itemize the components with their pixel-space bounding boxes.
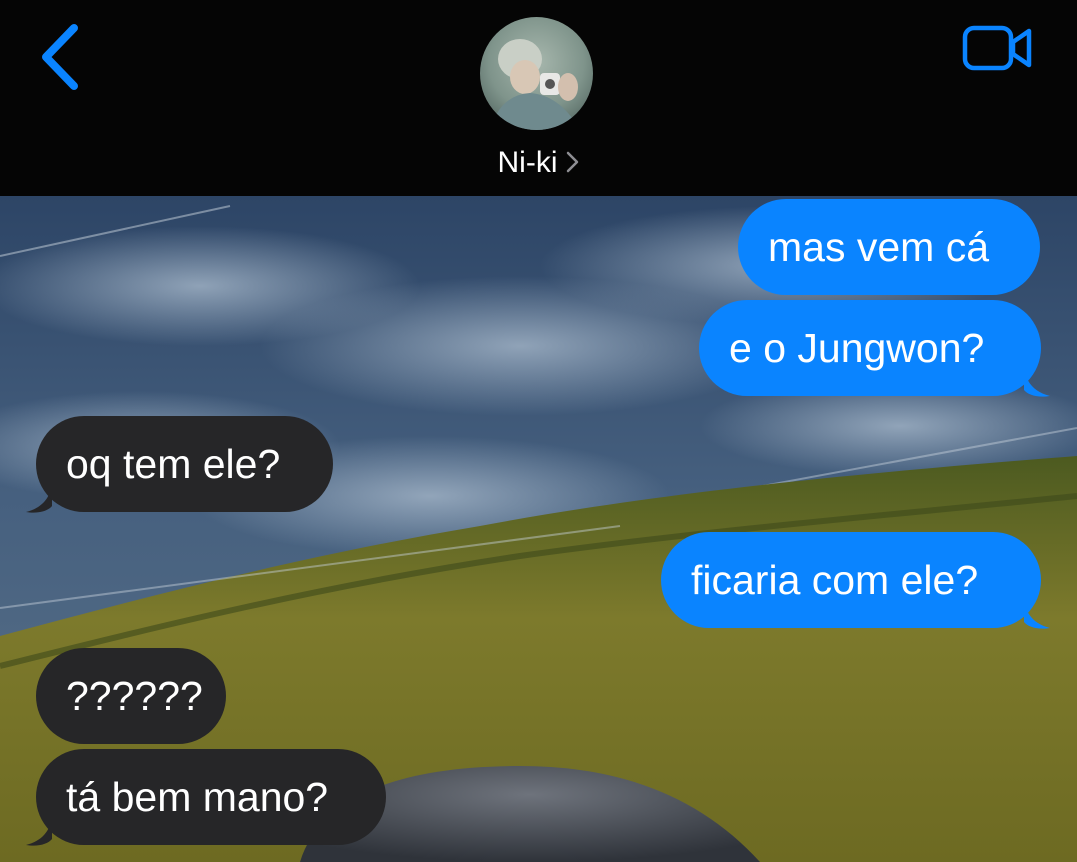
message-outgoing[interactable]: e o Jungwon? [699, 300, 1041, 396]
message-incoming[interactable]: oq tem ele? [36, 416, 333, 512]
message-outgoing[interactable]: ficaria com ele? [661, 532, 1041, 628]
contact-avatar[interactable] [480, 17, 593, 130]
chevron-right-icon [566, 151, 578, 173]
message-outgoing[interactable]: mas vem cá [738, 199, 1040, 295]
avatar-photo [480, 17, 593, 130]
message-incoming[interactable]: tá bem mano? [36, 749, 386, 845]
video-call-button[interactable] [960, 22, 1036, 74]
message-incoming[interactable]: ?????? [36, 648, 226, 744]
back-button[interactable] [30, 20, 90, 92]
conversation-header: Ni-ki [0, 0, 1077, 196]
chevron-left-icon [42, 24, 78, 90]
contact-name-button[interactable]: Ni-ki [0, 143, 1077, 183]
message-thread[interactable]: mas vem cá e o Jungwon? oq tem ele? fica… [0, 196, 1077, 862]
video-camera-icon [962, 25, 1032, 71]
contact-name: Ni-ki [497, 146, 558, 179]
